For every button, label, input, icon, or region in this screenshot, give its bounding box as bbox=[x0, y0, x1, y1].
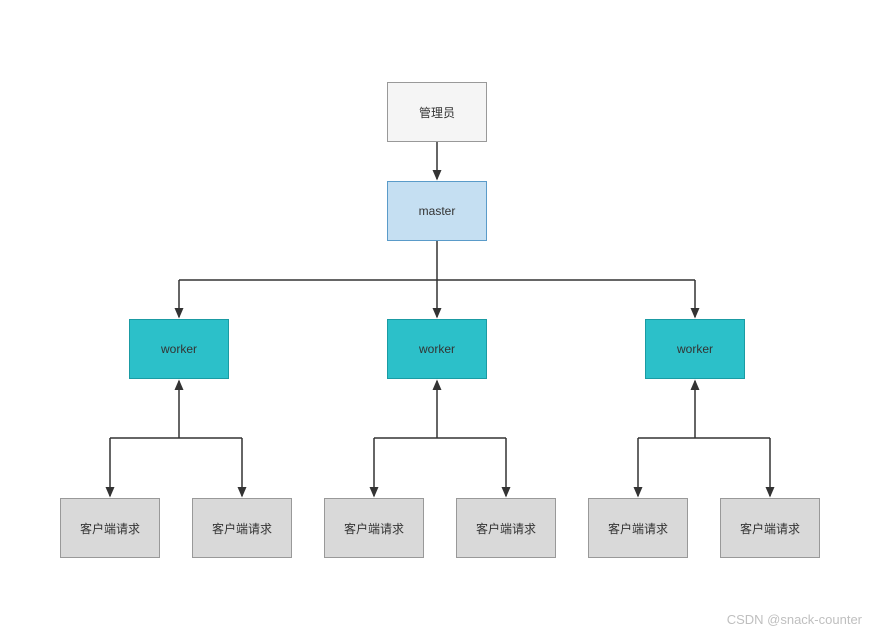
client-label-2: 客户端请求 bbox=[212, 520, 272, 537]
client-label-3: 客户端请求 bbox=[344, 520, 404, 537]
client-node-1: 客户端请求 bbox=[60, 498, 160, 558]
admin-node: 管理员 bbox=[387, 82, 487, 142]
client-node-2: 客户端请求 bbox=[192, 498, 292, 558]
worker-node-1: worker bbox=[129, 319, 229, 379]
client-node-3: 客户端请求 bbox=[324, 498, 424, 558]
admin-label: 管理员 bbox=[419, 104, 455, 121]
client-label-4: 客户端请求 bbox=[476, 520, 536, 537]
worker-label-1: worker bbox=[161, 342, 197, 356]
worker-node-3: worker bbox=[645, 319, 745, 379]
watermark-text: CSDN @snack-counter bbox=[727, 612, 862, 627]
client-node-5: 客户端请求 bbox=[588, 498, 688, 558]
master-label: master bbox=[419, 204, 456, 218]
client-label-6: 客户端请求 bbox=[740, 520, 800, 537]
worker-node-2: worker bbox=[387, 319, 487, 379]
client-node-4: 客户端请求 bbox=[456, 498, 556, 558]
client-label-5: 客户端请求 bbox=[608, 520, 668, 537]
client-node-6: 客户端请求 bbox=[720, 498, 820, 558]
worker-label-3: worker bbox=[677, 342, 713, 356]
master-node: master bbox=[387, 181, 487, 241]
worker-label-2: worker bbox=[419, 342, 455, 356]
client-label-1: 客户端请求 bbox=[80, 520, 140, 537]
